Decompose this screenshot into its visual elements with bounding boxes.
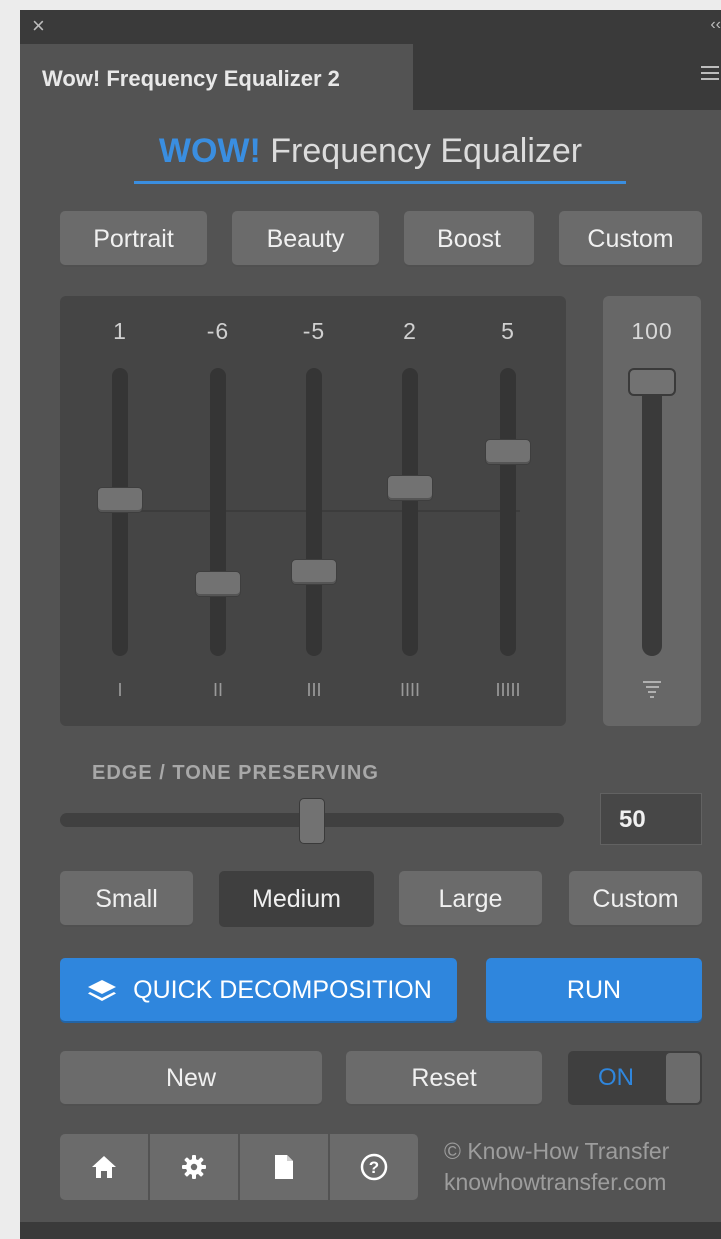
preset-portrait-button[interactable]: Portrait	[60, 211, 207, 267]
band-label: II	[212, 680, 223, 700]
document-icon	[275, 1155, 293, 1179]
band-slider-track[interactable]	[402, 368, 418, 656]
band-slider-thumb[interactable]	[195, 571, 241, 597]
quick-decomposition-label: QUICK DECOMPOSITION	[133, 976, 432, 1004]
collapse-icon[interactable]: ‹‹	[710, 16, 721, 34]
master-value: 100	[631, 318, 673, 344]
band-slider-track[interactable]	[210, 368, 226, 656]
equalizer-panel: × ‹‹ Wow! Frequency Equalizer 2 WOW! Fre…	[20, 10, 721, 1239]
edge-tone-label: EDGE / TONE PRESERVING	[92, 762, 379, 784]
close-icon[interactable]: ×	[32, 14, 45, 38]
band-1: 1 I	[90, 296, 150, 726]
band-label: IIIII	[495, 680, 521, 700]
band-value: 1	[113, 318, 127, 344]
master-strength: 100	[603, 296, 701, 726]
panel-menu-icon[interactable]	[701, 66, 719, 84]
band-5: 5 IIIII	[478, 296, 538, 726]
band-4: 2 IIII	[380, 296, 440, 726]
home-icon	[92, 1156, 116, 1178]
gear-icon	[182, 1155, 206, 1179]
on-off-toggle[interactable]: ON	[568, 1051, 702, 1105]
title-underline	[134, 181, 626, 184]
help-button[interactable]: ?	[330, 1134, 418, 1200]
page-title: WOW! Frequency Equalizer	[20, 132, 721, 171]
master-slider-track[interactable]	[642, 368, 662, 656]
size-medium-button[interactable]: Medium	[219, 871, 374, 927]
title-text: Frequency Equalizer	[270, 132, 583, 170]
tab-row: Wow! Frequency Equalizer 2	[20, 44, 721, 110]
preset-beauty-button[interactable]: Beauty	[232, 211, 379, 267]
tab-wow-frequency-equalizer[interactable]: Wow! Frequency Equalizer 2	[20, 44, 413, 110]
settings-button[interactable]	[150, 1134, 240, 1200]
reset-button[interactable]: Reset	[346, 1051, 542, 1106]
toggle-state: ON	[598, 1064, 634, 1091]
preset-custom-button[interactable]: Custom	[559, 211, 702, 267]
filter-icon	[643, 681, 661, 701]
band-label: IIII	[399, 680, 420, 700]
band-3: -5 III	[284, 296, 344, 726]
toggle-knob[interactable]	[666, 1053, 700, 1103]
band-slider-track[interactable]	[306, 368, 322, 656]
equalizer-bands: 1 I -6 II -5 III 2 IIII 5 IIIII	[60, 296, 566, 726]
size-custom-button[interactable]: Custom	[569, 871, 702, 927]
copyright-text: © Know-How Transfer	[444, 1138, 670, 1164]
band-value: -6	[206, 318, 230, 344]
quick-decomposition-button[interactable]: QUICK DECOMPOSITION	[60, 958, 457, 1023]
master-slider-thumb[interactable]	[628, 368, 676, 396]
edge-slider-thumb[interactable]	[299, 798, 325, 844]
band-value: 5	[501, 318, 515, 344]
band-label: I	[117, 680, 123, 700]
svg-text:?: ?	[369, 1158, 379, 1177]
document-button[interactable]	[240, 1134, 330, 1200]
size-large-button[interactable]: Large	[399, 871, 542, 927]
help-icon: ?	[360, 1153, 388, 1181]
panel-title-bar: × ‹‹	[20, 10, 721, 44]
band-slider-thumb[interactable]	[485, 439, 531, 465]
band-slider-thumb[interactable]	[387, 475, 433, 501]
band-value: 2	[403, 318, 417, 344]
band-slider-track[interactable]	[500, 368, 516, 656]
website-link[interactable]: knowhowtransfer.com	[444, 1167, 669, 1198]
layers-icon	[88, 979, 117, 1001]
panel-bottom-bar	[20, 1222, 721, 1239]
icon-toolbar: ?	[60, 1134, 418, 1200]
band-slider-thumb[interactable]	[291, 559, 337, 585]
new-button[interactable]: New	[60, 1051, 322, 1106]
preset-boost-button[interactable]: Boost	[404, 211, 534, 267]
band-slider-thumb[interactable]	[97, 487, 143, 513]
run-button[interactable]: RUN	[486, 958, 702, 1023]
credits: © Know-How Transfer knowhowtransfer.com	[444, 1136, 669, 1198]
size-small-button[interactable]: Small	[60, 871, 193, 927]
band-label: III	[306, 680, 322, 700]
edge-value-field[interactable]: 50	[600, 793, 702, 845]
title-wow: WOW!	[158, 132, 261, 170]
band-value: -5	[302, 318, 326, 344]
home-button[interactable]	[60, 1134, 150, 1200]
band-2: -6 II	[188, 296, 248, 726]
